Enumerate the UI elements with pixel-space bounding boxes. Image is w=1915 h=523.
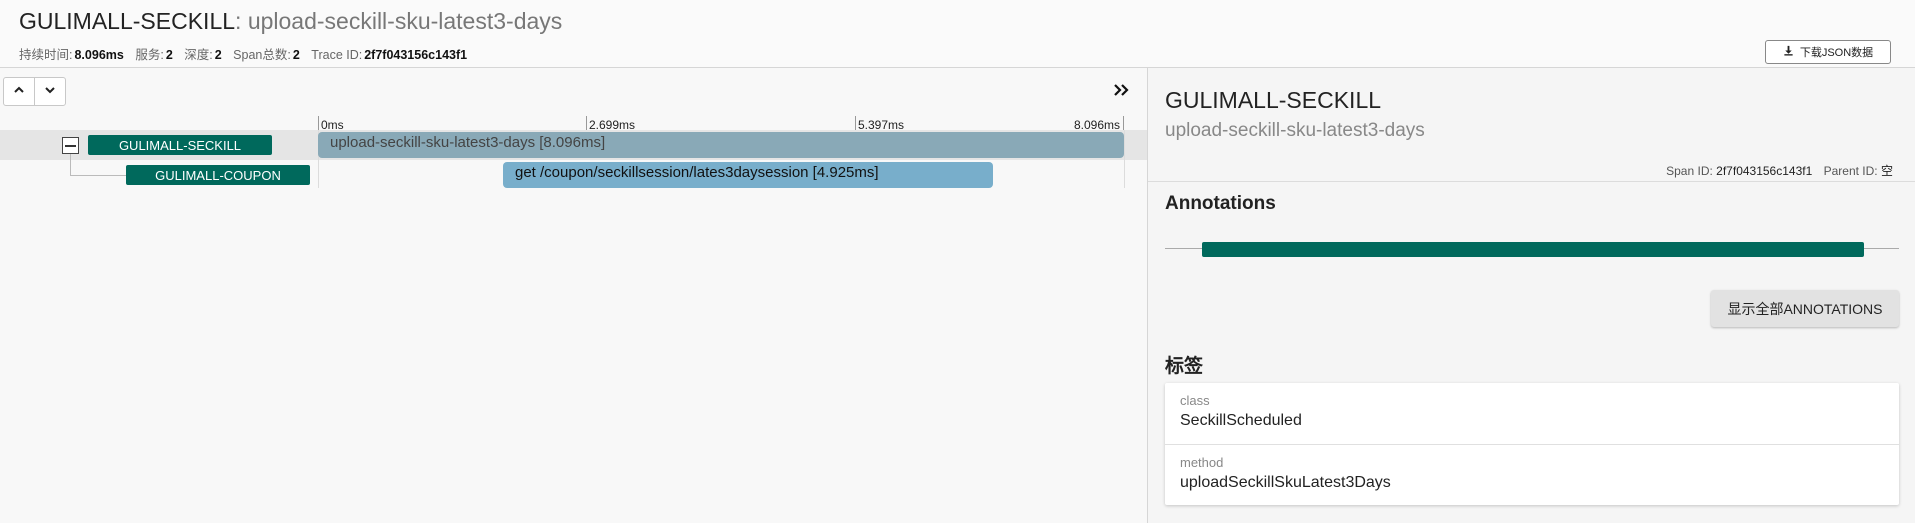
- span-total-label: Span总数:: [233, 48, 291, 62]
- parent-id-value: 空: [1880, 164, 1893, 178]
- services-value: 2: [165, 48, 173, 62]
- service-badge[interactable]: GULIMALL-COUPON: [126, 165, 310, 185]
- annotation-bar[interactable]: [1202, 242, 1864, 257]
- trace-stats: 持续时间: 8.096ms 服务: 2 深度: 2 Span总数: 2 Trace ID…: [19, 44, 475, 63]
- span-nav-group: [3, 77, 66, 106]
- page-title: GULIMALL-SECKILL: upload-seckill-sku-lat…: [19, 8, 562, 35]
- download-json-label: 下载JSON数据: [1799, 47, 1874, 59]
- divider: [1148, 181, 1915, 182]
- service-badge[interactable]: GULIMALL-SECKILL: [88, 135, 272, 155]
- depth-value: 2: [214, 48, 222, 62]
- tags-heading: 标签: [1165, 356, 1204, 377]
- span-bar[interactable]: get /coupon/seckillsession/lates3daysess…: [503, 162, 993, 188]
- trace-id-value: 2f7f043156c143f1: [364, 48, 468, 62]
- grid-line: [1124, 130, 1125, 188]
- timeline-panel: 0ms 2.699ms 5.397ms 8.096ms GULIMALL-SEC…: [0, 68, 1147, 523]
- minus-icon: [65, 144, 76, 147]
- download-json-button[interactable]: 下载JSON数据: [1765, 40, 1891, 64]
- tree-connector: [70, 175, 126, 176]
- tag-key: method: [1180, 455, 1224, 470]
- tag-item: class SeckillScheduled: [1165, 383, 1899, 444]
- expand-detail-button[interactable]: [1112, 82, 1132, 102]
- annotations-heading: Annotations: [1165, 193, 1276, 214]
- span-total-value: 2: [292, 48, 300, 62]
- download-icon: [1783, 45, 1794, 59]
- tags-list: class SeckillScheduled method uploadSeck…: [1165, 383, 1899, 505]
- duration-value: 8.096ms: [74, 48, 124, 62]
- trace-id-label: Trace ID:: [311, 48, 363, 62]
- tag-key: class: [1180, 393, 1210, 408]
- depth-label: 深度:: [184, 48, 213, 62]
- show-all-annotations-button[interactable]: 显示全部ANNOTATIONS: [1711, 290, 1899, 327]
- detail-operation-name: upload-seckill-sku-latest3-days: [1165, 120, 1425, 141]
- chevron-down-icon: [44, 83, 56, 101]
- span-bar[interactable]: upload-seckill-sku-latest3-days [8.096ms…: [318, 132, 1124, 158]
- title-separator: :: [235, 8, 248, 34]
- trace-service-name: GULIMALL-SECKILL: [19, 8, 236, 34]
- collapse-toggle-button[interactable]: [62, 137, 79, 154]
- tree-connector: [70, 154, 71, 175]
- duration-label: 持续时间:: [19, 48, 73, 62]
- detail-service-name: GULIMALL-SECKILL: [1165, 87, 1382, 113]
- services-label: 服务:: [135, 48, 164, 62]
- tag-value: uploadSeckillSkuLatest3Days: [1180, 474, 1391, 491]
- trace-header: GULIMALL-SECKILL: upload-seckill-sku-lat…: [0, 0, 1915, 68]
- chevron-up-icon: [13, 83, 25, 101]
- tag-value: SeckillScheduled: [1180, 412, 1302, 429]
- trace-operation-name: upload-seckill-sku-latest3-days: [247, 8, 563, 34]
- next-span-button[interactable]: [34, 78, 65, 105]
- span-id-label: Span ID:: [1666, 164, 1713, 178]
- prev-span-button[interactable]: [4, 78, 34, 105]
- span-ids: Span ID: 2f7f043156c143f1 Parent ID: 空: [1666, 162, 1893, 179]
- parent-id-label: Parent ID:: [1823, 164, 1878, 178]
- double-chevron-right-icon: [1113, 83, 1131, 102]
- span-id-value: 2f7f043156c143f1: [1716, 164, 1813, 178]
- span-detail-panel: GULIMALL-SECKILL upload-seckill-sku-late…: [1147, 68, 1915, 523]
- tag-item: method uploadSeckillSkuLatest3Days: [1165, 444, 1899, 505]
